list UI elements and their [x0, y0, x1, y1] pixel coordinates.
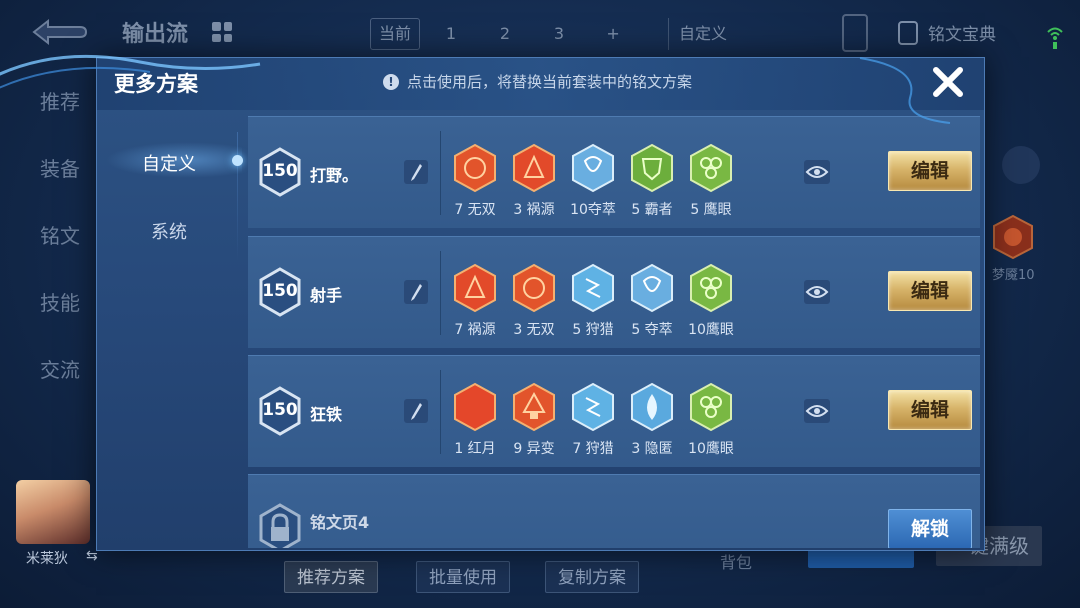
hero-name: 米莱狄 [26, 551, 68, 567]
back-arrow-icon[interactable] [30, 18, 88, 46]
nav-equipment[interactable]: 装备 [40, 153, 80, 181]
plan-list: 150 打野。 7 无双 3 祸源 10夺萃 5 霸者 5 鹰眼 编辑 150 … [248, 116, 980, 548]
yingyan-rune-icon [690, 263, 732, 313]
list-icon[interactable] [1002, 146, 1040, 184]
plan-row: 150 射手 7 祸源 3 无双 5 狩猎 5 夺萃 10鹰眼 编辑 [248, 236, 980, 348]
wushuang-rune-icon [513, 263, 555, 313]
unlock-button[interactable]: 解锁 [888, 509, 972, 548]
grid-icon[interactable] [212, 22, 232, 42]
edit-plan-button[interactable]: 编辑 [888, 271, 972, 311]
loadout-tabs: 当前 1 2 3 + [370, 18, 636, 50]
info-icon: ! [383, 73, 399, 90]
active-indicator-dot [232, 155, 243, 166]
plan-name: 狂铁 [310, 405, 343, 424]
nightmare-rune-icon [993, 214, 1033, 260]
level-hexagon-icon [259, 267, 301, 317]
recommend-plan-button[interactable]: 推荐方案 [284, 561, 378, 593]
rune-book-label: 铭文宝典 [928, 25, 996, 45]
rename-brush-icon[interactable] [404, 160, 428, 184]
rename-brush-icon[interactable] [404, 280, 428, 304]
batch-use-button[interactable]: 批量使用 [416, 561, 510, 593]
wifi-icon [1047, 27, 1063, 49]
rune-label: 5 鹰眼 [690, 202, 732, 218]
duocui-rune-icon [631, 263, 673, 313]
rune-label: 10鹰眼 [688, 322, 734, 338]
plan-name: 射手 [310, 286, 343, 305]
level-hexagon-icon [259, 386, 301, 436]
lock-icon [259, 503, 301, 548]
yingyan-rune-icon [690, 143, 732, 193]
shoulie-rune-icon [572, 263, 614, 313]
huoyuan-rune-icon [454, 263, 496, 313]
plan-row-locked: 铭文页4 解锁 [248, 474, 980, 548]
hero-title: 输出流 [122, 22, 189, 47]
bag-label[interactable]: 背包 [720, 549, 752, 573]
book-icon [898, 20, 918, 45]
tab-current[interactable]: 当前 [370, 18, 421, 50]
plan-category-nav: 自定义 系统 [96, 118, 243, 548]
yingyan-rune-icon [690, 382, 732, 432]
huoyuan-rune-icon [513, 143, 555, 193]
close-icon[interactable] [930, 64, 966, 100]
locked-plan-name: 铭文页4 [310, 513, 370, 532]
modal-title: 更多方案 [114, 72, 198, 96]
eye-icon[interactable] [804, 399, 830, 423]
tab-2[interactable]: 2 [482, 18, 528, 50]
phone-icon[interactable] [842, 14, 868, 52]
hero-avatar[interactable] [16, 480, 90, 544]
edit-plan-button[interactable]: 编辑 [888, 151, 972, 191]
eye-icon[interactable] [804, 280, 830, 304]
shoulie-rune-icon [572, 382, 614, 432]
notice: ! 点击使用后，将替换当前套装中的铭文方案 [383, 71, 692, 92]
tab-add[interactable]: + [590, 18, 636, 50]
nav-community[interactable]: 交流 [40, 354, 80, 382]
nightmare-rune-label: 梦魇10 [992, 268, 1035, 283]
wushuang-rune-icon [454, 143, 496, 193]
edit-plan-button[interactable]: 编辑 [888, 390, 972, 430]
duocui-rune-icon [572, 143, 614, 193]
rune-label: 10鹰眼 [688, 441, 734, 457]
plan-name: 打野。 [310, 166, 359, 185]
nav-skills[interactable]: 技能 [40, 287, 80, 315]
hongyue-rune-icon [454, 382, 496, 432]
rename-brush-icon[interactable] [404, 399, 428, 423]
bazhe-rune-icon [631, 143, 673, 193]
nav-runes[interactable]: 铭文 [40, 220, 80, 248]
plan-row: 150 打野。 7 无双 3 祸源 10夺萃 5 霸者 5 鹰眼 编辑 [248, 116, 980, 228]
eye-icon[interactable] [804, 160, 830, 184]
nav-recommend[interactable]: 推荐 [40, 86, 80, 114]
rune-book-button[interactable]: 铭文宝典 [898, 20, 996, 45]
yinni-rune-icon [631, 382, 673, 432]
tab-custom[interactable]: 自定义 [668, 18, 737, 50]
yibian-rune-icon [513, 382, 555, 432]
tab-system-plans[interactable]: 系统 [96, 218, 242, 244]
notice-text: 点击使用后，将替换当前套装中的铭文方案 [407, 73, 693, 91]
tab-3[interactable]: 3 [536, 18, 582, 50]
level-hexagon-icon [259, 147, 301, 197]
plan-row: 150 狂铁 1 红月 9 异变 7 狩猎 3 隐匿 10鹰眼 编辑 [248, 355, 980, 467]
left-nav: 推荐 装备 铭文 技能 交流 [40, 86, 80, 382]
tab-1[interactable]: 1 [428, 18, 474, 50]
tab-custom-plans[interactable]: 自定义 [96, 150, 242, 176]
copy-plan-button[interactable]: 复制方案 [545, 561, 639, 593]
